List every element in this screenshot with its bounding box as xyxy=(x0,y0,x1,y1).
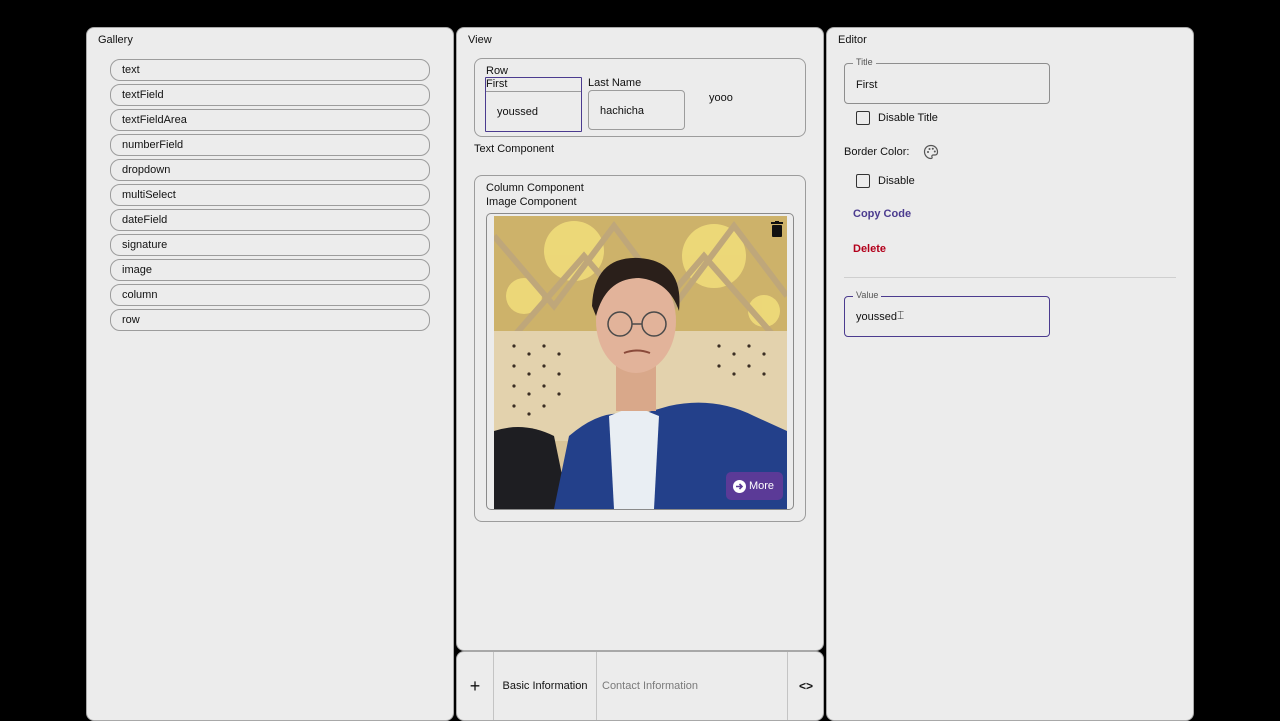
gallery-item-textfieldarea[interactable]: textFieldArea xyxy=(110,109,430,131)
palette-icon[interactable] xyxy=(923,144,939,160)
trash-icon[interactable] xyxy=(770,221,784,237)
disable-checkbox[interactable] xyxy=(856,174,870,188)
gallery-title: Gallery xyxy=(98,34,133,46)
tab-basic-information[interactable]: Basic Information xyxy=(494,652,596,720)
editor-title: Editor xyxy=(838,34,867,46)
editor-panel: Editor Title First Disable Title Border … xyxy=(826,27,1194,721)
title-field[interactable]: Title First xyxy=(844,57,1050,104)
disable-checkbox-row[interactable]: Disable xyxy=(856,174,915,188)
gallery-item-row[interactable]: row xyxy=(110,309,430,331)
editor-divider xyxy=(844,277,1176,278)
last-name-input[interactable]: hachicha xyxy=(588,90,685,130)
gallery-item-image[interactable]: image xyxy=(110,259,430,281)
column-component[interactable]: Column Component Image Component More xyxy=(474,175,806,522)
column-label: Column Component xyxy=(486,182,584,194)
plus-icon: + xyxy=(469,675,481,696)
gallery-item-text[interactable]: text xyxy=(110,59,430,81)
disable-label: Disable xyxy=(878,175,915,187)
text-cursor-icon: ⌶ xyxy=(897,308,905,322)
image-component-label: Image Component xyxy=(486,196,577,208)
image-component[interactable]: More xyxy=(486,213,794,510)
gallery-item-signature[interactable]: signature xyxy=(110,234,430,256)
gallery-item-datefield[interactable]: dateField xyxy=(110,209,430,231)
row-component[interactable]: Row First youssed Last Name hachicha yoo… xyxy=(474,58,806,137)
border-color-label: Border Color: xyxy=(844,146,910,158)
view-title: View xyxy=(468,34,492,46)
last-name-component[interactable]: Last Name hachicha xyxy=(588,77,685,130)
gallery-item-textfield[interactable]: textField xyxy=(110,84,430,106)
more-button-label: More xyxy=(748,480,774,492)
code-icon: <> xyxy=(798,679,813,693)
value-field-legend: Value xyxy=(853,290,882,300)
row-text-component[interactable]: yooo xyxy=(709,92,733,104)
border-color-row: Border Color: xyxy=(844,144,939,160)
last-name-title: Last Name xyxy=(588,77,642,89)
tab-bar: + Basic Information Contact Information … xyxy=(456,651,824,721)
arrow-right-circle-icon xyxy=(732,479,746,493)
gallery-item-column[interactable]: column xyxy=(110,284,430,306)
first-name-input[interactable]: youssed xyxy=(486,91,581,131)
value-field[interactable]: Value youssed ⌶ xyxy=(844,290,1050,337)
copy-code-button[interactable]: Copy Code xyxy=(853,208,911,220)
delete-button[interactable]: Delete xyxy=(853,243,886,255)
disable-title-label: Disable Title xyxy=(878,112,938,124)
tab-contact-information[interactable]: Contact Information xyxy=(597,652,787,720)
gallery-item-dropdown[interactable]: dropdown xyxy=(110,159,430,181)
view-panel: View Row First youssed Last Name hachich… xyxy=(456,27,824,651)
more-button[interactable]: More xyxy=(725,472,783,500)
disable-title-checkbox[interactable] xyxy=(856,111,870,125)
value-field-value[interactable]: youssed xyxy=(856,311,897,323)
first-name-component[interactable]: First youssed xyxy=(485,77,582,132)
gallery-panel: Gallery text textField textFieldArea num… xyxy=(86,27,454,721)
gallery-list: text textField textFieldArea numberField… xyxy=(110,59,430,331)
disable-title-checkbox-row[interactable]: Disable Title xyxy=(856,111,938,125)
title-field-legend: Title xyxy=(853,57,876,67)
row-label: Row xyxy=(486,65,509,77)
add-tab-button[interactable]: + xyxy=(457,652,493,720)
first-name-title: First xyxy=(486,78,508,90)
text-component[interactable]: Text Component xyxy=(474,143,554,155)
title-field-value[interactable]: First xyxy=(856,79,877,91)
gallery-item-multiselect[interactable]: multiSelect xyxy=(110,184,430,206)
gallery-item-numberfield[interactable]: numberField xyxy=(110,134,430,156)
profile-photo xyxy=(494,216,787,509)
code-view-button[interactable]: <> xyxy=(788,652,824,720)
